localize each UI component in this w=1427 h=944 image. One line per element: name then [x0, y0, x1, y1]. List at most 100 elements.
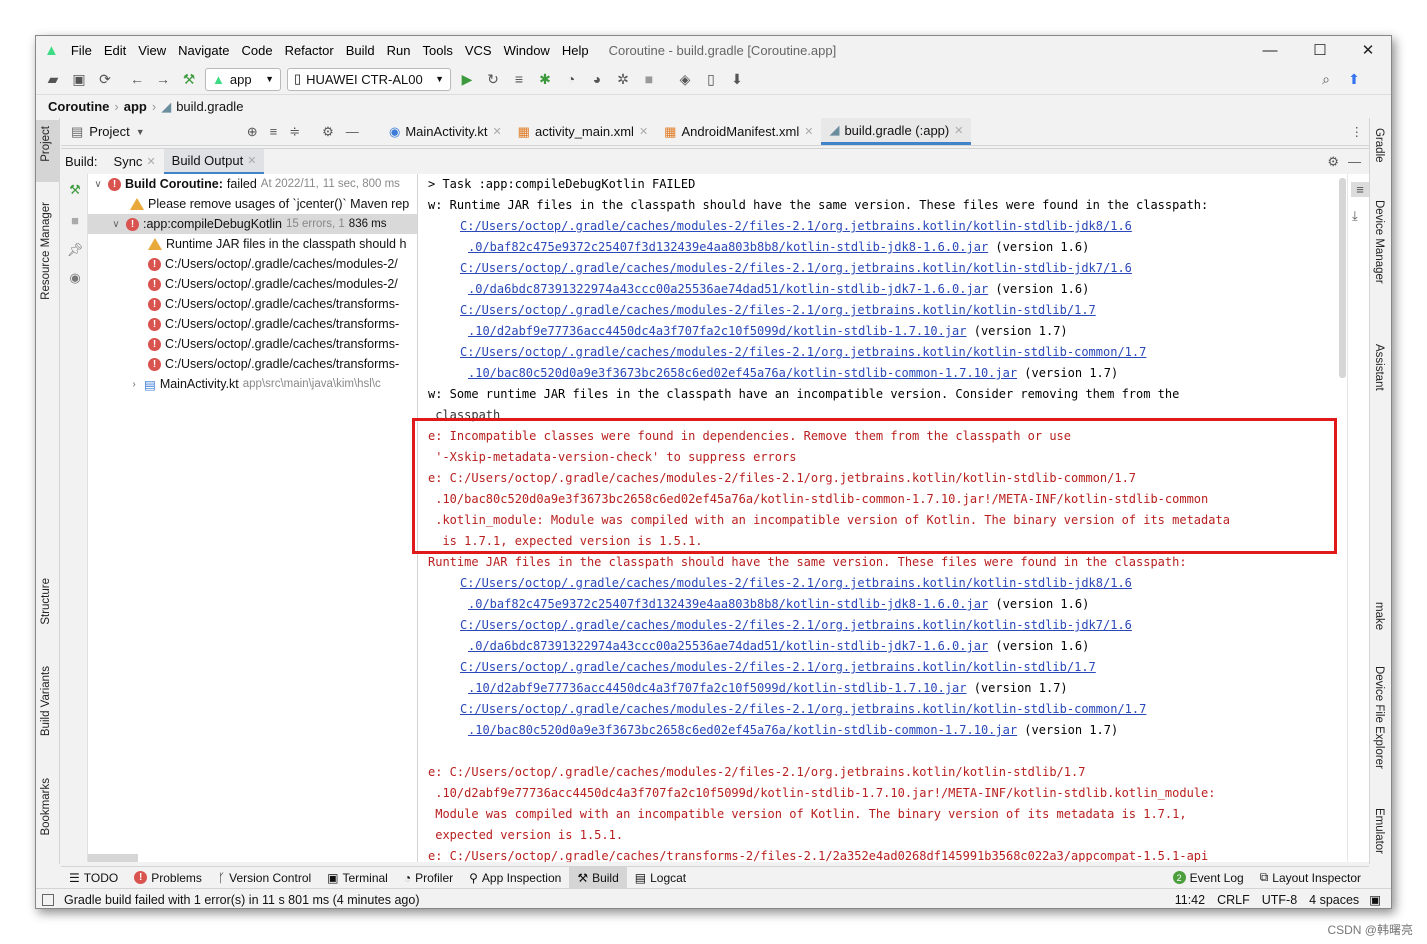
project-view-select[interactable]: Project [89, 124, 129, 139]
project-tool-label[interactable]: Project [40, 126, 52, 162]
tool-event-log[interactable]: 2 Event Log [1165, 867, 1252, 889]
classpath-link[interactable]: .0/da6bdc87391322974a43ccc00a25536ae74da… [468, 282, 988, 296]
tree-row-file[interactable]: › ▤ MainActivity.kt app\src\main\java\ki… [128, 374, 380, 394]
close-button[interactable]: ✕ [1345, 36, 1391, 64]
tool-profiler[interactable]: ◔ Profiler [396, 867, 461, 889]
tree-row-error[interactable]: ! C:/Users/octop/.gradle/caches/modules-… [148, 274, 398, 294]
assistant-tool-label[interactable]: Assistant [1373, 344, 1385, 391]
tool-problems[interactable]: ! Problems [126, 867, 210, 889]
tree-row-error[interactable]: ! C:/Users/octop/.gradle/caches/transfor… [148, 354, 399, 374]
device-manager-icon[interactable]: ▯ [698, 67, 724, 91]
hammer-icon[interactable]: ⚒ [176, 67, 202, 91]
tree-row-error[interactable]: ! C:/Users/octop/.gradle/caches/transfor… [148, 294, 399, 314]
tree-row-warning[interactable]: Runtime JAR files in the classpath shoul… [148, 234, 406, 254]
classpath-link[interactable]: C:/Users/octop/.gradle/caches/modules-2/… [460, 303, 1096, 317]
minimize-button[interactable]: — [1247, 36, 1293, 64]
tree-row-task[interactable]: ∨ ! :app:compileDebugKotlin 15 errors, 1… [88, 214, 417, 234]
stop-icon[interactable]: ■ [636, 67, 662, 91]
eye-icon[interactable]: ◉ [67, 270, 83, 286]
attach-debugger-icon[interactable]: ✲ [610, 67, 636, 91]
locate-icon[interactable]: ⊕ [247, 124, 258, 140]
gradle-sync-icon[interactable]: ◈ [672, 67, 698, 91]
tool-terminal[interactable]: ▣ Terminal [319, 867, 396, 889]
run-config-select[interactable]: ▲ app ▼ [205, 67, 281, 91]
tree-row-error[interactable]: ! C:/Users/octop/.gradle/caches/modules-… [148, 254, 398, 274]
classpath-link[interactable]: C:/Users/octop/.gradle/caches/modules-2/… [460, 618, 1132, 632]
device-manager-tool-label[interactable]: Device Manager [1373, 200, 1385, 284]
coverage-icon[interactable]: ◔ [558, 67, 584, 91]
tab-sync[interactable]: Sync ✕ [106, 150, 164, 173]
tool-logcat[interactable]: ▤ Logcat [627, 867, 694, 889]
chevron-down-icon[interactable]: ∨ [110, 219, 122, 230]
menu-vcs[interactable]: VCS [459, 43, 498, 58]
classpath-link[interactable]: C:/Users/octop/.gradle/caches/modules-2/… [460, 345, 1146, 359]
tab-build-output[interactable]: Build Output ✕ [163, 148, 265, 175]
breadcrumb-module[interactable]: app [124, 99, 147, 114]
status-panel-icon[interactable] [42, 893, 54, 906]
bookmarks-tool-label[interactable]: Bookmarks [40, 778, 52, 836]
classpath-link[interactable]: .10/d2abf9e77736acc4450dc4a3f707fa2c10f5… [468, 681, 967, 695]
tree-row-error[interactable]: ! C:/Users/octop/.gradle/caches/transfor… [148, 314, 399, 334]
classpath-link[interactable]: .10/d2abf9e77736acc4450dc4a3f707fa2c10f5… [468, 324, 967, 338]
classpath-link[interactable]: .10/bac80c520d0a9e3f3673bc2658c6ed02ef45… [468, 366, 1017, 380]
indent-setting[interactable]: 4 spaces [1303, 893, 1365, 907]
close-tab-icon[interactable]: ✕ [492, 125, 501, 138]
device-select[interactable]: ▯ HUAWEI CTR-AL00 ▼ [287, 67, 451, 91]
update-icon[interactable]: ⬆ [1341, 67, 1367, 91]
settings-gear-icon[interactable]: ⚙ [1327, 154, 1339, 170]
tree-row-root[interactable]: ∨ ! Build Coroutine: failed At 2022/11, … [92, 174, 400, 194]
maximize-button[interactable]: ☐ [1297, 36, 1343, 64]
menu-window[interactable]: Window [498, 43, 556, 58]
close-tab-icon[interactable]: ✕ [954, 124, 963, 137]
menu-run[interactable]: Run [381, 43, 417, 58]
menu-file[interactable]: File [65, 43, 98, 58]
close-tab-icon[interactable]: ✕ [639, 125, 648, 138]
line-separator[interactable]: CRLF [1211, 893, 1256, 907]
debug-icon[interactable]: ✱ [532, 67, 558, 91]
emulator-tool-label[interactable]: Emulator [1373, 808, 1385, 854]
tool-version-control[interactable]: ᚴ Version Control [210, 867, 319, 889]
status-message[interactable]: Gradle build failed with 1 error(s) in 1… [64, 893, 419, 907]
close-tab-icon[interactable]: ✕ [247, 154, 256, 167]
tool-layout-inspector[interactable]: ⧉ Layout Inspector [1252, 867, 1369, 889]
tab-mainactivity[interactable]: ◉ MainActivity.kt ✕ [381, 118, 510, 145]
classpath-link[interactable]: C:/Users/octop/.gradle/caches/modules-2/… [460, 261, 1132, 275]
classpath-link[interactable]: C:/Users/octop/.gradle/caches/modules-2/… [460, 702, 1146, 716]
tool-build[interactable]: ⚒ Build [569, 866, 627, 889]
close-tab-icon[interactable]: ✕ [146, 155, 155, 168]
device-file-explorer-tool-label[interactable]: Device File Explorer [1373, 666, 1385, 769]
sync-icon[interactable]: ⟳ [92, 67, 118, 91]
stop-icon[interactable]: ■ [67, 212, 83, 228]
breadcrumb-file[interactable]: build.gradle [176, 99, 243, 114]
menu-build[interactable]: Build [340, 43, 381, 58]
hide-panel-icon[interactable]: — [346, 124, 359, 139]
run-icon[interactable]: ▶ [454, 67, 480, 91]
menu-code[interactable]: Code [235, 43, 278, 58]
caret-position[interactable]: 11:42 [1169, 893, 1211, 907]
search-icon[interactable]: ⌕ [1313, 67, 1339, 91]
classpath-link[interactable]: C:/Users/octop/.gradle/caches/modules-2/… [460, 660, 1096, 674]
pin-icon[interactable]: 📌︎ [67, 242, 84, 258]
settings-gear-icon[interactable]: ⚙ [322, 124, 334, 140]
tree-row-error[interactable]: ! C:/Users/octop/.gradle/caches/transfor… [148, 334, 399, 354]
classpath-link[interactable]: C:/Users/octop/.gradle/caches/modules-2/… [460, 219, 1132, 233]
breadcrumb-project[interactable]: Coroutine [48, 99, 109, 114]
tree-row-warning[interactable]: Please remove usages of `jcenter()` Mave… [130, 194, 409, 214]
gradle-tool-label[interactable]: Gradle [1373, 128, 1385, 163]
sdk-manager-icon[interactable]: ⬇ [724, 67, 750, 91]
classpath-link[interactable]: .0/da6bdc87391322974a43ccc00a25536ae74da… [468, 639, 988, 653]
close-tab-icon[interactable]: ✕ [804, 125, 813, 138]
chevron-right-icon[interactable]: › [128, 379, 140, 390]
menu-tools[interactable]: Tools [416, 43, 458, 58]
scroll-to-end-icon[interactable]: ⤓ [1352, 208, 1358, 224]
forward-arrow-icon[interactable]: → [150, 67, 176, 91]
classpath-link[interactable]: .10/bac80c520d0a9e3f3673bc2658c6ed02ef45… [468, 723, 1017, 737]
file-encoding[interactable]: UTF-8 [1256, 893, 1303, 907]
save-icon[interactable]: ▣ [66, 67, 92, 91]
tab-build-gradle[interactable]: ◢ build.gradle (:app) ✕ [821, 118, 972, 145]
tab-android-manifest[interactable]: ▦ AndroidManifest.xml ✕ [656, 118, 821, 145]
soft-wrap-icon[interactable]: ≡ [1351, 182, 1369, 197]
more-tabs-icon[interactable]: ⋮ [1351, 124, 1364, 139]
menu-edit[interactable]: Edit [98, 43, 132, 58]
rebuild-icon[interactable]: ⚒ [67, 182, 83, 198]
